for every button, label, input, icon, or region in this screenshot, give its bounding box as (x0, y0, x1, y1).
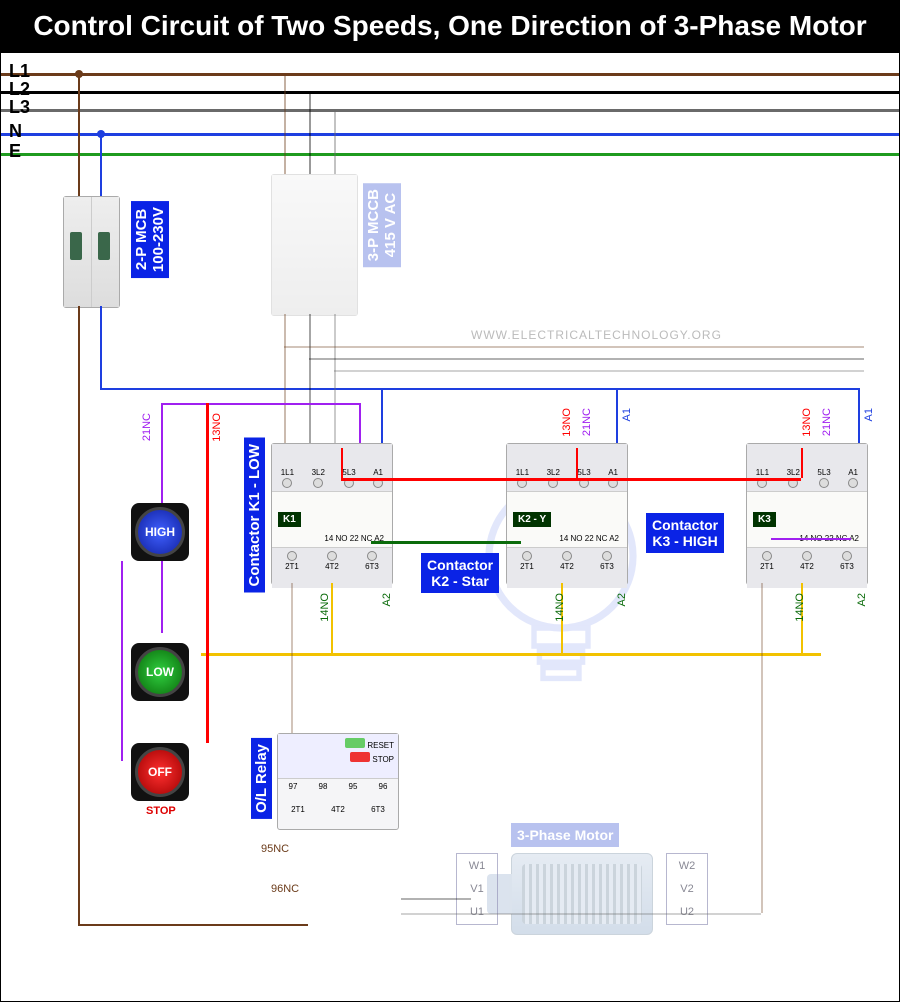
wire-m3 (401, 913, 761, 915)
aux-13no: 13NO (211, 413, 223, 442)
wire-l2-mccb (309, 92, 311, 174)
page-title: Control Circuit of Two Speeds, One Direc… (0, 0, 900, 52)
k1-a2: A2 (381, 593, 393, 606)
button-off[interactable]: OFF (131, 743, 189, 801)
button-low[interactable]: LOW (131, 643, 189, 701)
schematic-canvas: L1 L2 L3 N E 2-P MCB 100-230V 3-P MCCB 4… (0, 52, 900, 1002)
motor-label: 3-Phase Motor (511, 823, 619, 847)
wire-purple-h2 (771, 538, 851, 540)
motor-icon (511, 853, 653, 935)
k2-14no: 14NO (554, 593, 566, 622)
wire-green-a2 (371, 541, 521, 544)
wire-red-k1 (341, 448, 343, 478)
k3-13no: 13NO (801, 408, 813, 437)
label-e: E (9, 141, 21, 162)
k2-13no: 13NO (561, 408, 573, 437)
aux-95nc: 95NC (261, 843, 289, 855)
wire-m4 (401, 898, 471, 900)
wire-yellow (201, 653, 821, 656)
line-l3 (1, 109, 899, 112)
wire-l3-mccb (334, 110, 336, 174)
wire-m1 (291, 583, 293, 733)
line-l1 (1, 73, 899, 76)
wire-m2 (761, 583, 763, 913)
line-l2 (1, 91, 899, 94)
aux-21nc: 21NC (141, 413, 153, 441)
mcb-label: 2-P MCB 100-230V (131, 201, 169, 278)
olr-label: O/L Relay (251, 738, 272, 819)
wire-yellow-k1 (331, 583, 333, 653)
contactor-k2: 1L13L25L3A1 K2 - Y 14 NO 22 NC A2 2T14T2… (506, 443, 628, 585)
wire-blue-a1 (100, 388, 860, 390)
stop-label: STOP (146, 805, 176, 817)
wire-blue-k3a1 (858, 388, 860, 443)
k2-label: Contactor K2 - Star (421, 553, 499, 593)
label-n: N (9, 121, 22, 142)
mcb-2p (63, 196, 120, 308)
mccb-3p (271, 174, 358, 316)
wire-l1-mcb (78, 74, 80, 196)
wire-3ph-l1d (284, 314, 286, 444)
wire-blue-k2a1 (616, 388, 618, 443)
k1-14no: 14NO (319, 593, 331, 622)
contactor-k1: 1L13L25L3A1 K1 14 NO 22 NC A2 2T14T26T3 (271, 443, 393, 585)
aux-96nc: 96NC (271, 883, 299, 895)
wire-red-k3 (801, 448, 803, 478)
wire-3ph-l2h (309, 358, 864, 360)
k3-a1: A1 (863, 408, 875, 421)
wire-blue-main (100, 306, 102, 388)
wire-l1-mccb (284, 74, 286, 174)
wire-3ph-l1h (284, 346, 864, 348)
wire-red-k2 (576, 448, 578, 478)
watermark: WWW.ELECTRICALTECHNOLOGY.ORG (471, 328, 722, 342)
wire-purple-k1nc (359, 403, 361, 443)
wire-brown-bottom (78, 924, 308, 926)
k3-21nc: 21NC (821, 408, 833, 436)
wire-3ph-l3h (334, 370, 864, 372)
contactor-k3: 1L13L25L3A1 K3 14 NO 22 NC A2 2T14T26T3 (746, 443, 868, 585)
button-high[interactable]: HIGH (131, 503, 189, 561)
wire-n-mcb (100, 134, 102, 196)
line-e (1, 153, 899, 156)
k3-label: Contactor K3 - HIGH (646, 513, 724, 553)
mccb-label: 3-P MCCB 415 V AC (363, 183, 401, 267)
k3-a2: A2 (856, 593, 868, 606)
k1-label: Contactor K1 - LOW (244, 438, 265, 593)
k3-14no: 14NO (794, 593, 806, 622)
wire-purple-btn (121, 561, 123, 761)
wire-3ph-l3d (334, 314, 336, 444)
wire-blue-k1a1 (381, 388, 383, 443)
wire-brown-main (78, 306, 80, 926)
label-l3: L3 (9, 97, 30, 118)
wire-purple-h1 (161, 403, 361, 405)
overload-relay: RESET STOP 97989596 2T14T26T3 (277, 733, 399, 830)
k2-a1: A1 (621, 408, 633, 421)
wire-red-interlock (341, 478, 801, 481)
wire-red-main (206, 403, 209, 743)
line-n (1, 133, 899, 136)
wire-3ph-l2d (309, 314, 311, 444)
k2-a2b: A2 (616, 593, 628, 606)
k2-21nc: 21NC (581, 408, 593, 436)
